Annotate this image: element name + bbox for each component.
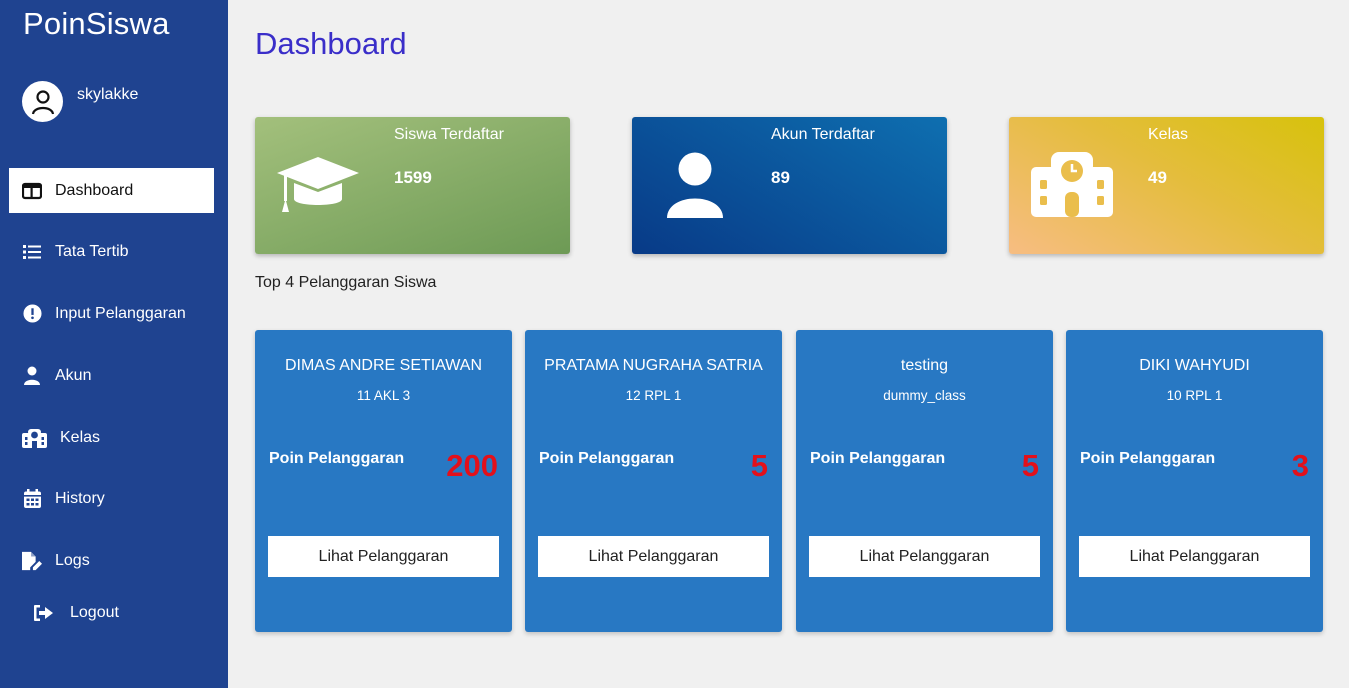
sidebar-item-history[interactable]: History [9,476,214,521]
exclamation-circle-icon [22,304,42,324]
stat-label: Kelas [1148,126,1189,143]
student-name: testing [900,357,949,374]
file-edit-icon [22,551,42,571]
user-icon [22,366,42,386]
page-title: Dashboard [255,26,407,61]
calendar-icon [22,489,42,509]
sidebar-item-logout[interactable]: Logout [9,590,214,635]
stat-card-kelas: Kelas 49 [1009,117,1324,254]
view-violations-button[interactable]: Lihat Pelanggaran [809,536,1040,577]
points-label: Poin Pelanggaran [810,450,946,467]
view-violations-button[interactable]: Lihat Pelanggaran [268,536,499,577]
graduation-cap-icon [277,155,359,220]
username: skylakke [77,86,139,103]
points-value: 5 [750,448,768,483]
main-content: Dashboard Siswa Terdaftar 1599 Akun Terd… [228,0,1349,688]
stat-value: 1599 [394,168,432,187]
sidebar-item-label: Dashboard [55,181,134,199]
points-label: Poin Pelanggaran [269,450,405,467]
user-profile: skylakke [22,81,138,122]
student-class: dummy_class [883,388,966,403]
stat-label: Siswa Terdaftar [394,126,504,143]
student-class: 10 RPL 1 [1166,388,1223,403]
sidebar-item-label: Logout [70,603,119,621]
violation-card: DIMAS ANDRE SETIAWAN 11 AKL 3 Poin Pelan… [255,330,512,632]
user-icon [666,152,724,223]
avatar-icon [22,81,63,122]
sidebar-item-akun[interactable]: Akun [9,353,214,398]
section-heading-top-pelanggaran: Top 4 Pelanggaran Siswa [255,274,437,291]
stat-card-siswa: Siswa Terdaftar 1599 [255,117,570,254]
stat-value: 49 [1148,168,1167,187]
sidebar-item-input-pelanggaran[interactable]: Input Pelanggaran [9,291,214,336]
list-icon [22,242,42,262]
view-violations-button[interactable]: Lihat Pelanggaran [538,536,769,577]
stat-card-akun: Akun Terdaftar 89 [632,117,947,254]
dashboard-icon [22,181,42,201]
sidebar-item-logs[interactable]: Logs [9,538,214,583]
points-label: Poin Pelanggaran [539,450,675,467]
sidebar-item-label: History [55,489,105,507]
violation-card: PRATAMA NUGRAHA SATRIA 12 RPL 1 Poin Pel… [525,330,782,632]
view-violations-button[interactable]: Lihat Pelanggaran [1079,536,1310,577]
student-name: PRATAMA NUGRAHA SATRIA [544,357,763,374]
sidebar-item-label: Tata Tertib [55,242,129,260]
violation-card: DIKI WAHYUDI 10 RPL 1 Poin Pelanggaran 3… [1066,330,1323,632]
sidebar-item-label: Input Pelanggaran [55,304,186,322]
student-class: 12 RPL 1 [625,388,682,403]
student-name: DIKI WAHYUDI [1139,357,1250,374]
violation-card: testing dummy_class Poin Pelanggaran 5 L… [796,330,1053,632]
sidebar-item-dashboard[interactable]: Dashboard [9,168,214,213]
school-icon [1031,152,1113,222]
student-name: DIMAS ANDRE SETIAWAN [284,357,483,374]
logout-icon [33,603,53,623]
student-class: 11 AKL 3 [356,388,411,403]
brand-logo-text[interactable]: PoinSiswa [23,6,170,42]
points-value: 200 [446,448,498,483]
points-value: 3 [1291,448,1309,483]
sidebar-item-tata-tertib[interactable]: Tata Tertib [9,229,214,274]
stat-label: Akun Terdaftar [771,126,875,143]
sidebar-item-kelas[interactable]: Kelas [9,415,214,460]
sidebar-item-label: Akun [55,366,92,384]
stat-value: 89 [771,168,790,187]
points-label: Poin Pelanggaran [1080,450,1216,467]
sidebar-item-label: Logs [55,551,90,569]
sidebar-item-label: Kelas [60,428,101,446]
school-icon [22,428,47,448]
sidebar: PoinSiswa skylakke Dashboard Tata Tertib… [0,0,228,688]
points-value: 5 [1021,448,1039,483]
